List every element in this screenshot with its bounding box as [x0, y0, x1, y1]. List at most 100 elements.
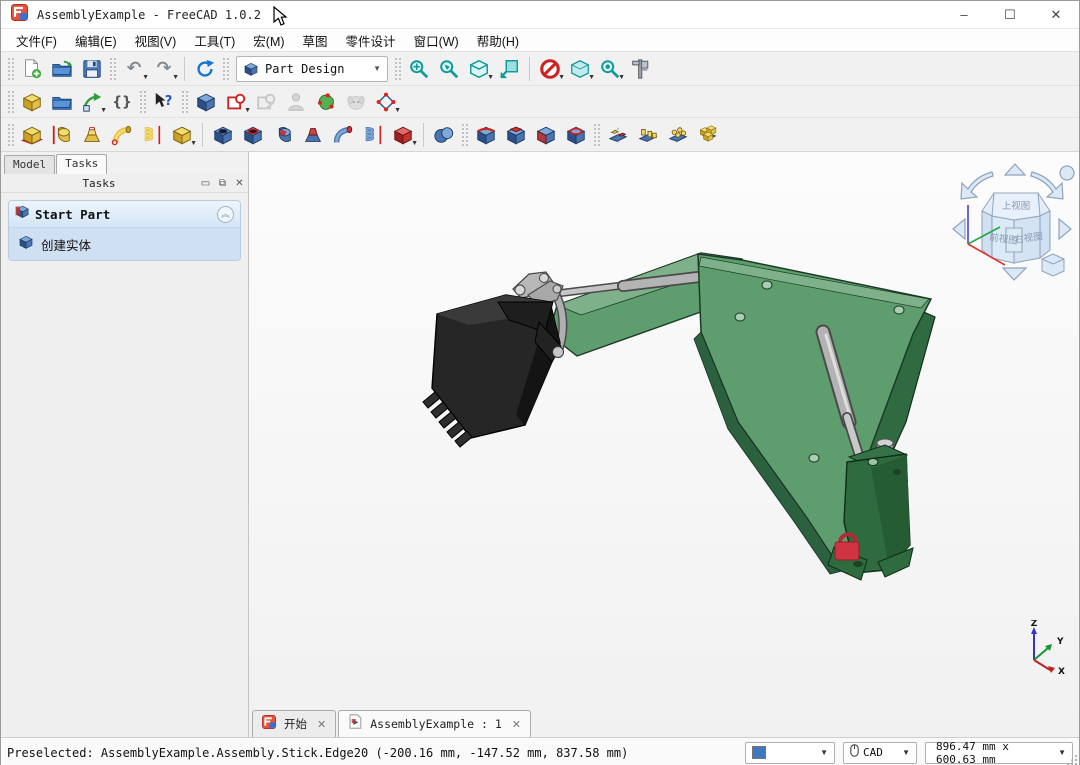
- additive-primitive-button[interactable]: ▼: [167, 121, 197, 149]
- map-sketch-button[interactable]: [281, 88, 311, 116]
- 3d-viewport[interactable]: 上视图 前视图 右视图: [249, 152, 1079, 737]
- tab-model[interactable]: Model: [4, 155, 55, 174]
- sync-view-button[interactable]: [494, 55, 524, 83]
- tab-close-icon[interactable]: ✕: [512, 718, 521, 731]
- viewport-size-selector[interactable]: 896.47 mm x 600.63 mm ▼: [925, 742, 1073, 764]
- mouse-icon: [850, 744, 859, 762]
- linear-pattern-button[interactable]: [633, 121, 663, 149]
- toolbar-grip[interactable]: [7, 90, 15, 114]
- menu-item-2[interactable]: 视图(V): [126, 29, 186, 52]
- zoom-tools-button[interactable]: ▼: [595, 55, 625, 83]
- whats-this-button[interactable]: ?: [149, 88, 179, 116]
- task-section-header[interactable]: Start Part ︽: [9, 201, 240, 228]
- menu-bar: 文件(F)编辑(E)视图(V)工具(T)宏(M)草图零件设计窗口(W)帮助(H): [1, 29, 1079, 52]
- start-part-icon: [15, 204, 30, 224]
- validate-sketch-button[interactable]: [311, 88, 341, 116]
- thickness-button[interactable]: [561, 121, 591, 149]
- edit-sketch-button[interactable]: [251, 88, 281, 116]
- polar-pattern-button[interactable]: [663, 121, 693, 149]
- toolbar-grip[interactable]: [222, 57, 230, 81]
- menu-item-0[interactable]: 文件(F): [7, 29, 66, 52]
- close-button[interactable]: ✕: [1033, 1, 1079, 28]
- menu-item-6[interactable]: 零件设计: [337, 29, 405, 52]
- toolbar-grip[interactable]: [181, 90, 189, 114]
- navigation-cube[interactable]: 上视图 前视图 右视图: [948, 162, 1076, 287]
- navcube-top-label: 上视图: [1002, 200, 1031, 212]
- create-part-button[interactable]: [17, 88, 47, 116]
- refresh-button[interactable]: [190, 55, 220, 83]
- fit-selection-button[interactable]: [434, 55, 464, 83]
- toolbar-grip[interactable]: [7, 57, 15, 81]
- hole-button[interactable]: [238, 121, 268, 149]
- fit-all-button[interactable]: [404, 55, 434, 83]
- excavator-assembly-model[interactable]: [414, 240, 944, 592]
- menu-item-5[interactable]: 草图: [294, 29, 337, 52]
- dock-close-button[interactable]: ✕: [231, 178, 248, 189]
- tab-close-icon[interactable]: ✕: [317, 718, 326, 731]
- menu-item-1[interactable]: 编辑(E): [66, 29, 126, 52]
- redo-button[interactable]: ↷▼: [149, 55, 179, 83]
- merge-sketches-button[interactable]: [341, 88, 371, 116]
- make-link-button[interactable]: ▼: [77, 88, 107, 116]
- mirrored-button[interactable]: [603, 121, 633, 149]
- svg-text:Z: Z: [1031, 620, 1038, 629]
- measure-button[interactable]: [625, 55, 655, 83]
- dock-float-button[interactable]: ⧉: [214, 178, 231, 189]
- open-document-button[interactable]: [47, 55, 77, 83]
- subtractive-primitive-button[interactable]: ▼: [388, 121, 418, 149]
- create-group-button[interactable]: [47, 88, 77, 116]
- workbench-selector[interactable]: Part Design▼: [236, 56, 388, 82]
- tab-assembly-example[interactable]: AssemblyExample : 1 ✕: [338, 710, 531, 737]
- create-body-task-item[interactable]: 创建实体: [9, 228, 240, 260]
- navigation-style-selector[interactable]: CAD ▼: [843, 742, 917, 764]
- tab-tasks[interactable]: Tasks: [56, 154, 107, 174]
- mirrored-icon: [607, 124, 629, 146]
- boolean-button[interactable]: [429, 121, 459, 149]
- minimize-button[interactable]: –: [941, 1, 987, 28]
- style-swatch: [752, 746, 766, 759]
- pocket-button[interactable]: [208, 121, 238, 149]
- undo-button[interactable]: ↶▼: [119, 55, 149, 83]
- chamfer-button[interactable]: [501, 121, 531, 149]
- collapse-section-button[interactable]: ︽: [217, 206, 234, 223]
- dock-minimize-button[interactable]: ▭: [197, 178, 214, 189]
- menu-item-7[interactable]: 窗口(W): [405, 29, 468, 52]
- axonometric-view-button[interactable]: ▼: [464, 55, 494, 83]
- expression-button[interactable]: {}: [107, 88, 137, 116]
- additive-loft-button[interactable]: [77, 121, 107, 149]
- mouse-cursor: [273, 6, 288, 32]
- additive-helix-button[interactable]: [137, 121, 167, 149]
- toolbar-grip[interactable]: [139, 90, 147, 114]
- additive-pipe-button[interactable]: [107, 121, 137, 149]
- draw-style-button[interactable]: ▼: [565, 55, 595, 83]
- save-button[interactable]: [77, 55, 107, 83]
- svg-text:{}: {}: [112, 94, 132, 110]
- tab-start-page[interactable]: 开始 ✕: [252, 710, 336, 737]
- create-datum-button[interactable]: ▼: [371, 88, 401, 116]
- create-body-button[interactable]: [191, 88, 221, 116]
- groove-button[interactable]: [268, 121, 298, 149]
- body-icon: [243, 61, 259, 77]
- menu-item-8[interactable]: 帮助(H): [468, 29, 528, 52]
- fillet-button[interactable]: [471, 121, 501, 149]
- new-document-button[interactable]: [17, 55, 47, 83]
- subtractive-loft-button[interactable]: [298, 121, 328, 149]
- toolbar-grip[interactable]: [394, 57, 402, 81]
- multitransform-button[interactable]: [693, 121, 723, 149]
- toolbar-grip[interactable]: [109, 57, 117, 81]
- subtractive-pipe-button[interactable]: [328, 121, 358, 149]
- doc-new-icon: [21, 58, 43, 80]
- style-selector[interactable]: ▼: [745, 742, 835, 764]
- create-sketch-button[interactable]: ▼: [221, 88, 251, 116]
- revolution-button[interactable]: [47, 121, 77, 149]
- toolbar-grip[interactable]: [461, 123, 469, 147]
- menu-item-3[interactable]: 工具(T): [185, 29, 244, 52]
- clipping-button[interactable]: ▼: [535, 55, 565, 83]
- toolbar-grip[interactable]: [593, 123, 601, 147]
- pad-button[interactable]: [17, 121, 47, 149]
- maximize-button[interactable]: ☐: [987, 1, 1033, 28]
- toolbar-grip[interactable]: [7, 123, 15, 147]
- subtractive-helix-button[interactable]: [358, 121, 388, 149]
- draft-icon: [535, 124, 557, 146]
- draft-button[interactable]: [531, 121, 561, 149]
